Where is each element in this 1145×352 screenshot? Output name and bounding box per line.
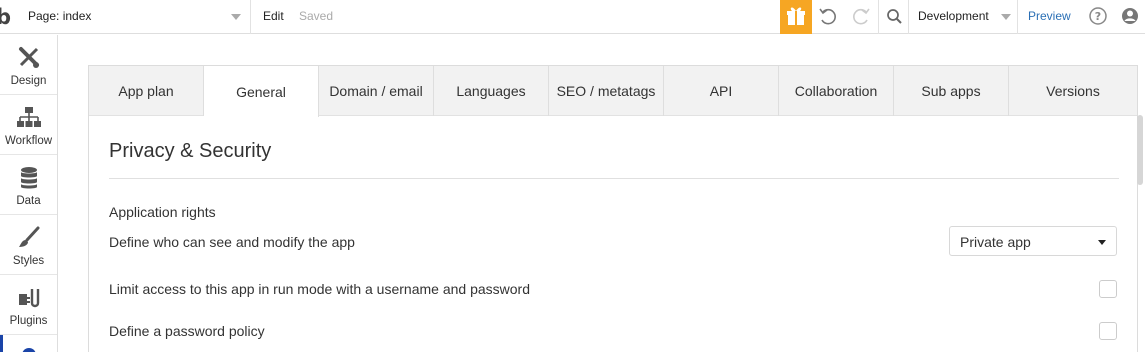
sidebar-item-styles[interactable]: Styles — [0, 215, 57, 275]
settings-main: App plan General Domain / email Language… — [59, 35, 1145, 352]
gift-icon — [787, 7, 805, 25]
section-title: Privacy & Security — [109, 140, 272, 162]
page-selector-label: Page: index — [28, 9, 92, 23]
preview-link[interactable]: Preview — [1028, 9, 1071, 23]
undo-button[interactable] — [816, 0, 840, 34]
tab-versions[interactable]: Versions — [1009, 66, 1137, 116]
tab-seo-metatags[interactable]: SEO / metatags — [549, 66, 664, 116]
sidebar: Design Workflow Data Styles Plugins — [0, 35, 58, 352]
sidebar-item-label: Plugins — [9, 315, 48, 327]
brush-icon — [19, 226, 40, 247]
tab-api[interactable]: API — [664, 66, 779, 116]
tab-domain-email[interactable]: Domain / email — [319, 66, 434, 116]
user-icon — [1122, 8, 1138, 24]
divider — [1017, 0, 1018, 34]
settings-panel: App plan General Domain / email Language… — [88, 65, 1138, 352]
environment-selector[interactable]: Development — [918, 9, 989, 23]
caret-down-icon — [1098, 240, 1106, 245]
dropdown-value: Private app — [960, 234, 1031, 250]
rights-description: Define who can see and modify the app — [109, 234, 355, 250]
design-icon — [19, 47, 39, 68]
app-privacy-dropdown[interactable]: Private app — [949, 226, 1117, 256]
redo-button[interactable] — [849, 0, 873, 34]
bubble-logo[interactable]: b — [0, 4, 22, 30]
divider — [908, 0, 909, 34]
settings-tabs: App plan General Domain / email Language… — [89, 66, 1137, 117]
settings-icon — [22, 348, 36, 352]
page-selector[interactable]: Page: index — [22, 0, 251, 34]
divider — [109, 178, 1119, 179]
scrollbar[interactable] — [1137, 115, 1143, 185]
database-icon — [21, 167, 37, 189]
search-button[interactable] — [882, 0, 906, 34]
sidebar-item-workflow[interactable]: Workflow — [0, 95, 57, 155]
tab-app-plan[interactable]: App plan — [89, 66, 204, 116]
sidebar-item-label: Styles — [12, 255, 45, 267]
account-button[interactable] — [1118, 0, 1142, 34]
chevron-down-icon — [1001, 14, 1011, 20]
top-bar: b Page: index Edit Saved Development Pre… — [0, 0, 1145, 34]
tab-general[interactable]: General — [204, 66, 319, 117]
saved-status: Saved — [299, 9, 334, 23]
sidebar-item-label: Design — [10, 75, 47, 87]
password-policy-label: Define a password policy — [109, 323, 265, 339]
tab-sub-apps[interactable]: Sub apps — [894, 66, 1009, 116]
divider — [878, 0, 879, 34]
help-icon: ? — [1089, 7, 1107, 25]
undo-icon — [819, 8, 836, 25]
tab-collaboration[interactable]: Collaboration — [779, 66, 894, 116]
limit-access-checkbox[interactable] — [1099, 280, 1117, 298]
password-policy-checkbox[interactable] — [1099, 322, 1117, 340]
sidebar-item-data[interactable]: Data — [0, 155, 57, 215]
sidebar-item-label: Data — [16, 195, 41, 207]
sidebar-item-plugins[interactable]: Plugins — [0, 275, 57, 335]
gift-button[interactable] — [780, 0, 812, 34]
sidebar-item-design[interactable]: Design — [0, 35, 57, 95]
application-rights-label: Application rights — [109, 204, 216, 220]
chevron-down-icon — [231, 14, 241, 20]
tab-languages[interactable]: Languages — [434, 66, 549, 116]
sidebar-item-label: Workflow — [4, 135, 53, 147]
limit-access-label: Limit access to this app in run mode wit… — [109, 281, 530, 297]
redo-icon — [853, 8, 870, 25]
sidebar-item-settings[interactable] — [0, 335, 57, 352]
workflow-icon — [17, 107, 41, 127]
plugin-icon — [19, 289, 40, 308]
edit-menu[interactable]: Edit — [263, 9, 284, 23]
help-button[interactable]: ? — [1087, 0, 1109, 34]
search-icon — [887, 9, 902, 24]
svg-text:?: ? — [1095, 10, 1101, 23]
